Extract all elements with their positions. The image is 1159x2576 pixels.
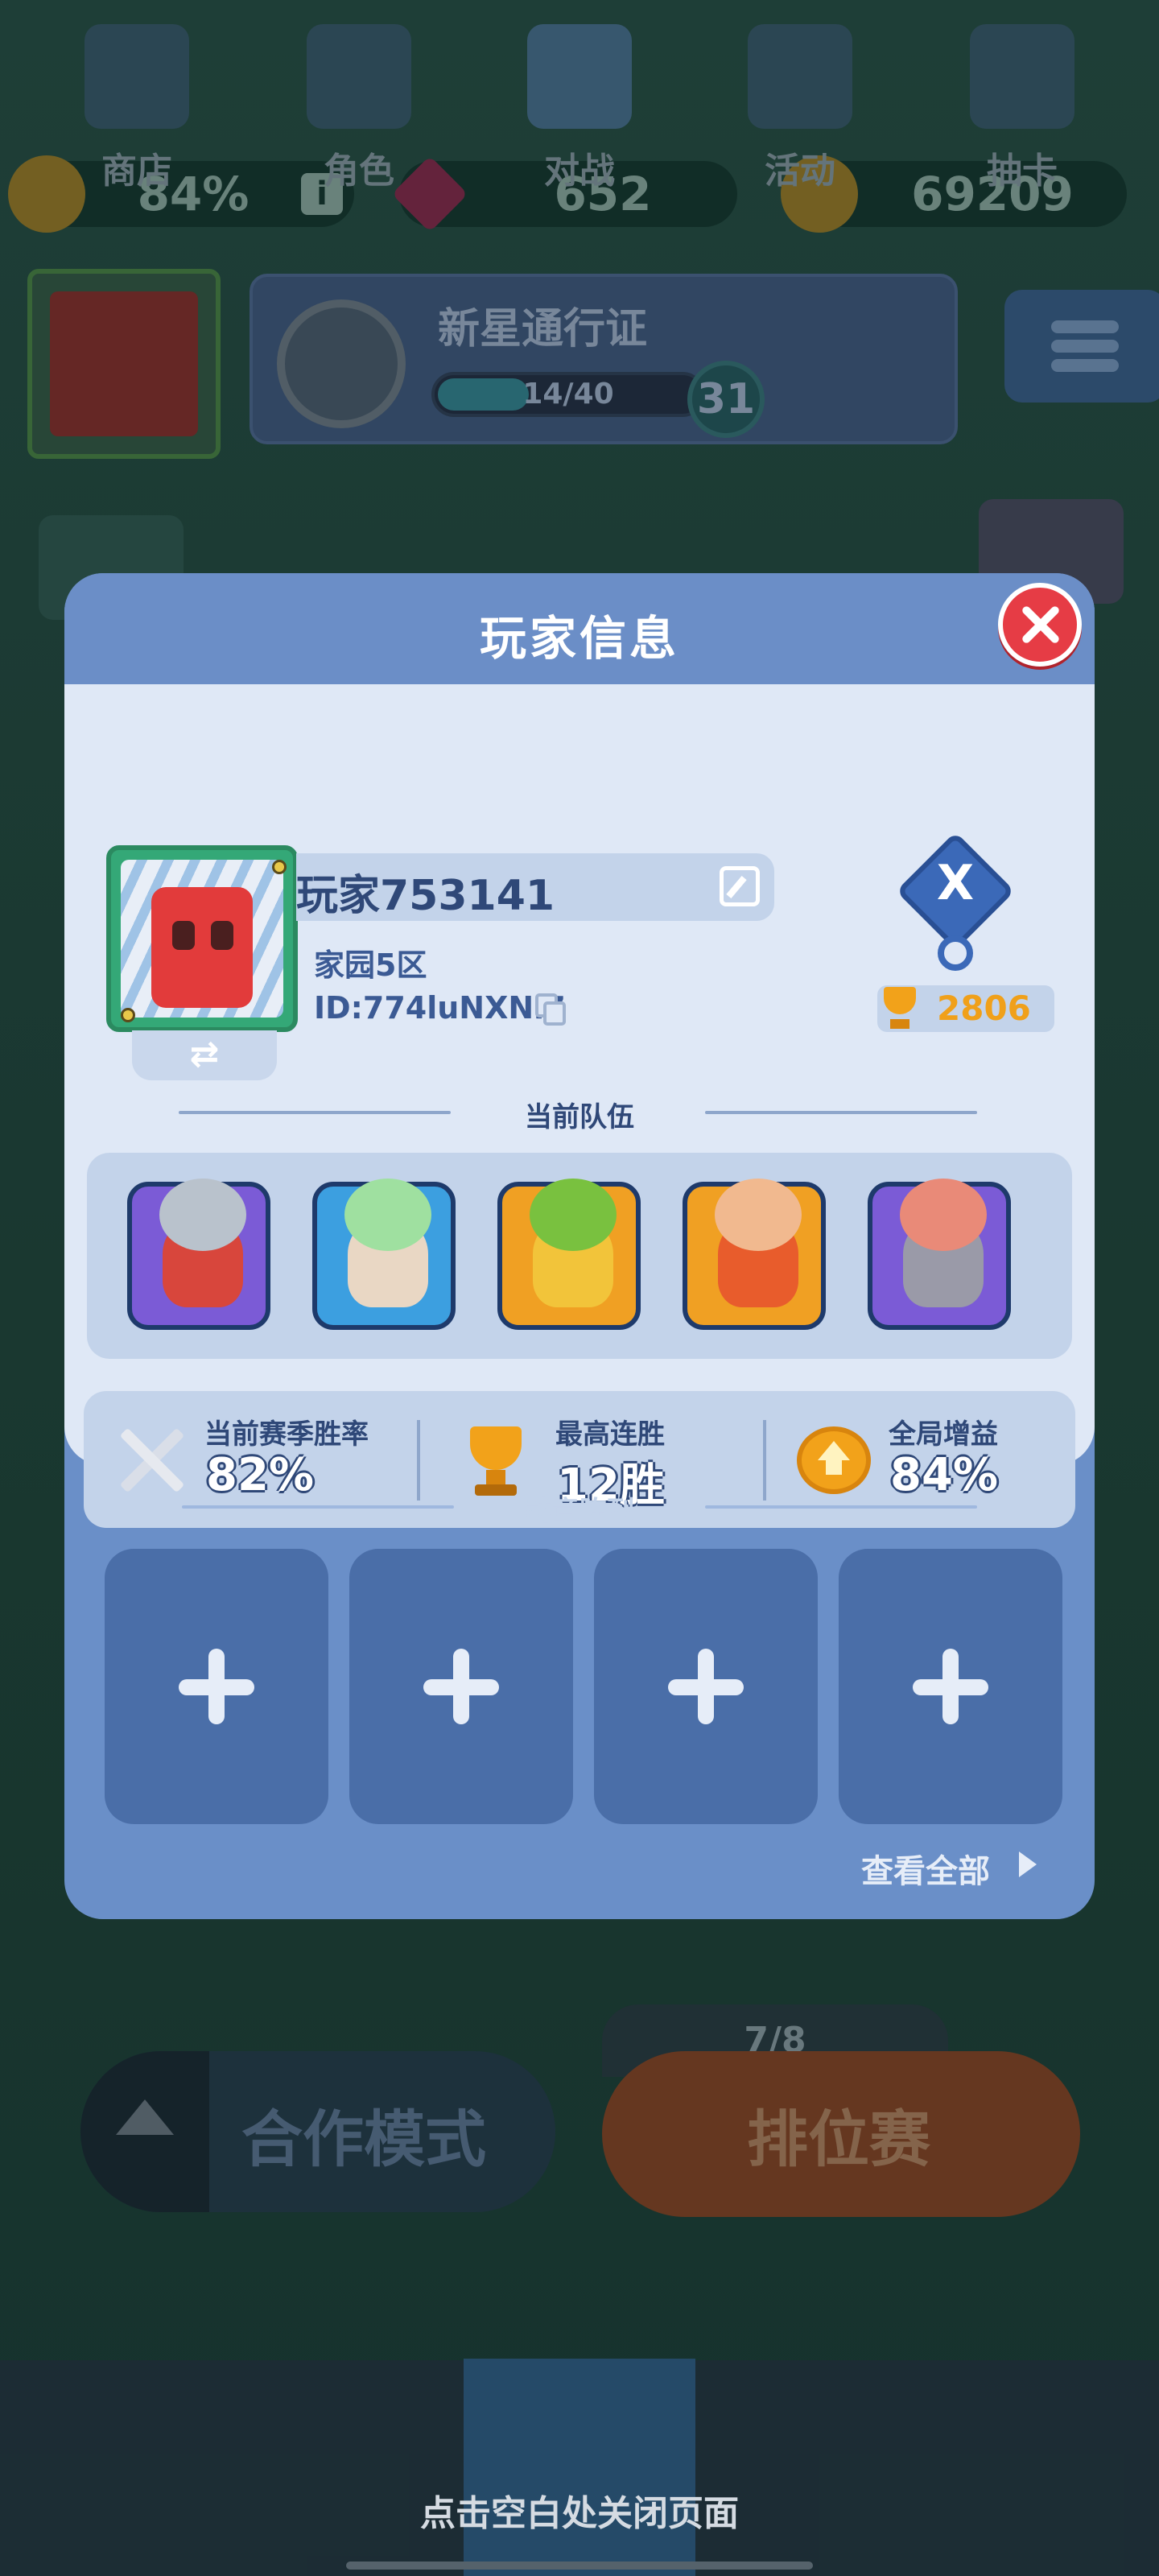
medal-slot[interactable]	[839, 1549, 1062, 1824]
player-name: 玩家753141	[296, 872, 555, 920]
divider-line	[705, 1505, 977, 1509]
medal-slot[interactable]	[594, 1549, 818, 1824]
edit-name-icon[interactable]	[720, 866, 760, 906]
ogre-hero-icon[interactable]	[868, 1179, 1011, 1330]
player-avatar[interactable]	[106, 845, 298, 1032]
swap-arrows-icon: ⇄	[189, 1034, 220, 1075]
modal-title: 玩家信息	[479, 611, 679, 666]
player-info-panel: ⇄ 玩家753141 家园5区 ID:774luNXNl7 X 2806 当前队…	[64, 684, 1095, 1528]
robot-avatar-icon	[151, 887, 253, 1008]
play-arrow-icon[interactable]	[1019, 1852, 1037, 1877]
team-section-title: 当前队伍	[525, 1101, 634, 1133]
goblin-king-hero-icon[interactable]	[497, 1179, 641, 1330]
trophy-count-pill: 2806	[877, 985, 1054, 1032]
global-boost-icon	[794, 1420, 874, 1501]
medal-section-title: 勋章陈列	[525, 1496, 634, 1528]
trophy-icon	[456, 1420, 536, 1501]
rank-letter: X	[936, 855, 975, 911]
trophy-count: 2806	[937, 989, 1031, 1028]
divider-line	[763, 1420, 766, 1501]
divider-line	[705, 1111, 977, 1114]
modal-header: 玩家信息	[64, 573, 1095, 684]
copy-id-icon[interactable]	[535, 993, 567, 1026]
medal-slot[interactable]	[105, 1549, 328, 1824]
knight-hero-icon[interactable]	[127, 1179, 270, 1330]
swap-avatar-button[interactable]: ⇄	[132, 1030, 277, 1080]
team-panel	[87, 1153, 1072, 1359]
home-indicator[interactable]	[346, 2562, 813, 2570]
view-all-link[interactable]: 查看全部	[861, 1845, 990, 1892]
player-id: ID:774luNXNl7	[314, 990, 566, 1026]
win-rate-label: 当前赛季胜率	[204, 1418, 369, 1451]
player-server: 家园5区	[314, 947, 427, 983]
player-info-modal: 玩家信息 ⇄ 玩家753141 家园5区 ID:774luNXNl7 X 280…	[64, 573, 1095, 1919]
crossed-swords-icon	[111, 1420, 192, 1501]
rank-badge-icon: X	[893, 829, 1017, 971]
global-boost-label: 全局增益	[889, 1418, 998, 1451]
close-button[interactable]	[998, 583, 1082, 667]
king-hero-icon[interactable]	[683, 1179, 826, 1330]
divider-line	[417, 1420, 420, 1501]
close-hint: 点击空白处关闭页面	[420, 2493, 739, 2534]
player-name-field: 玩家753141	[296, 853, 774, 921]
trophy-icon	[877, 984, 922, 1032]
win-streak-label: 最高连胜	[555, 1418, 665, 1451]
medal-slot[interactable]	[349, 1549, 573, 1824]
elf-hero-icon[interactable]	[312, 1179, 456, 1330]
